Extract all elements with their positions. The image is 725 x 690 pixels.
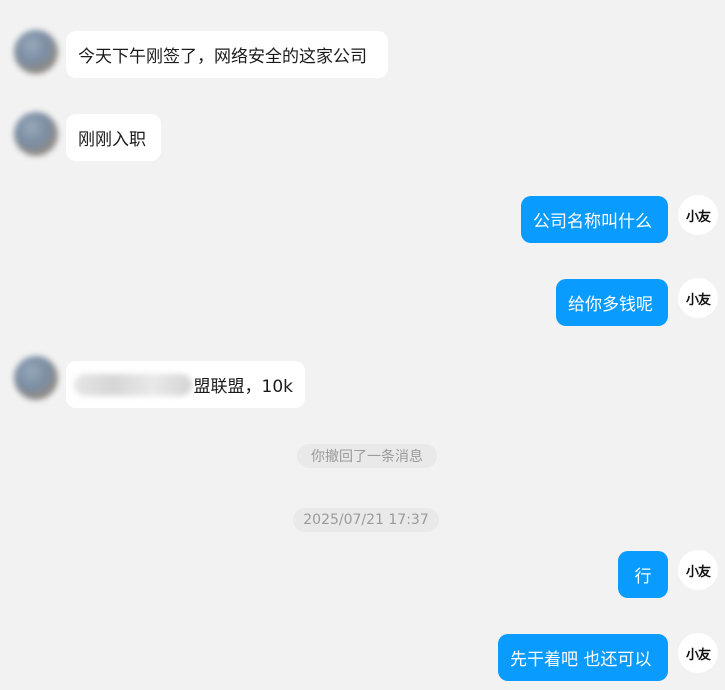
- message-text: 给你多钱呢: [568, 295, 653, 315]
- message-bubble-outgoing[interactable]: 给你多钱呢: [556, 279, 668, 326]
- message-text: 盟联盟，10k: [193, 377, 293, 397]
- message-text: 先干着吧 也还可以: [510, 650, 652, 670]
- self-avatar-label: 小友: [685, 647, 711, 663]
- self-avatar-label: 小友: [685, 564, 711, 580]
- message-bubble-incoming[interactable]: 刚刚入职: [66, 114, 161, 161]
- message-bubble-incoming[interactable]: 今天下午刚签了，网络安全的这家公司: [66, 31, 388, 78]
- redacted-text-blur: [74, 373, 192, 396]
- self-avatar[interactable]: 小友: [678, 278, 718, 318]
- message-text: 公司名称叫什么: [533, 212, 652, 232]
- message-text: 刚刚入职: [78, 130, 146, 150]
- self-avatar[interactable]: 小友: [678, 195, 718, 235]
- contact-avatar[interactable]: [14, 30, 58, 74]
- self-avatar[interactable]: 小友: [678, 550, 718, 590]
- self-avatar-label: 小友: [685, 209, 711, 225]
- timestamp-text: 2025/07/21 17:37: [303, 512, 429, 528]
- message-bubble-outgoing[interactable]: 行: [618, 551, 668, 598]
- contact-avatar[interactable]: [14, 112, 58, 156]
- message-bubble-outgoing[interactable]: 公司名称叫什么: [521, 196, 668, 243]
- contact-avatar[interactable]: [14, 356, 58, 400]
- message-text: 今天下午刚签了，网络安全的这家公司: [78, 47, 367, 67]
- recall-notice: 你撤回了一条消息: [297, 444, 437, 468]
- self-avatar[interactable]: 小友: [678, 633, 718, 673]
- message-text: 行: [634, 567, 652, 587]
- message-bubble-incoming[interactable]: 盟联盟，10k: [66, 361, 305, 408]
- self-avatar-label: 小友: [685, 292, 711, 308]
- recall-notice-text: 你撤回了一条消息: [311, 449, 423, 465]
- timestamp: 2025/07/21 17:37: [293, 508, 439, 532]
- message-bubble-outgoing[interactable]: 先干着吧 也还可以: [498, 634, 668, 681]
